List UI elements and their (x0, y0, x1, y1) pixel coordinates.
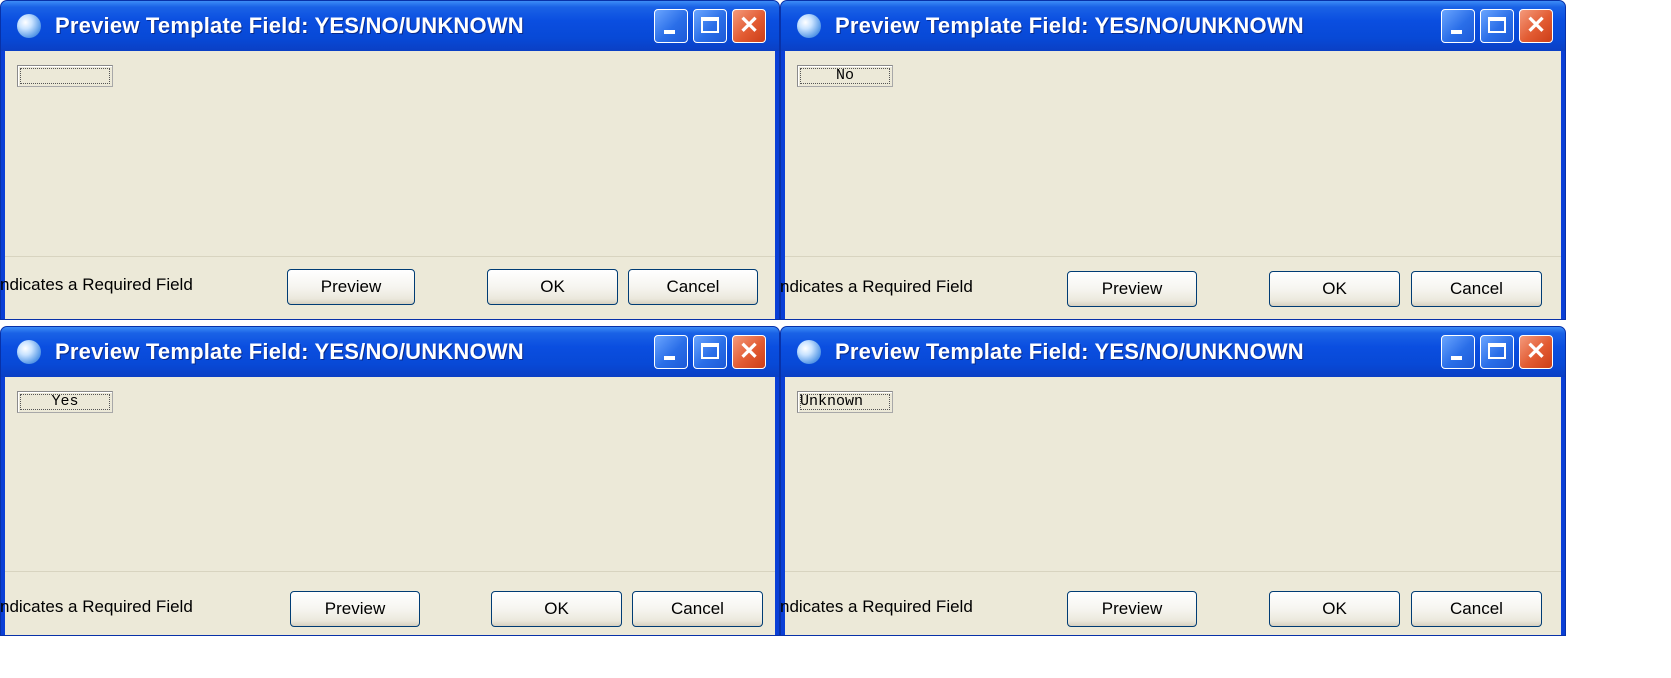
ok-button[interactable]: OK (487, 269, 618, 305)
window-title: Preview Template Field: YES/NO/UNKNOWN (55, 13, 524, 38)
title-bar[interactable]: Preview Template Field: YES/NO/UNKNOWN ✕ (781, 327, 1565, 377)
ok-button[interactable]: OK (491, 591, 622, 627)
minimize-icon (664, 356, 675, 360)
preview-window-1: Preview Template Field: YES/NO/UNKNOWN ✕… (0, 0, 780, 320)
close-icon: ✕ (1525, 338, 1547, 365)
close-button[interactable]: ✕ (732, 9, 766, 43)
app-icon[interactable] (17, 340, 41, 364)
preview-button[interactable]: Preview (1067, 591, 1197, 627)
field-value: Unknown (800, 393, 864, 410)
title-bar[interactable]: Preview Template Field: YES/NO/UNKNOWN ✕ (1, 327, 779, 377)
title-bar[interactable]: Preview Template Field: YES/NO/UNKNOWN ✕ (781, 1, 1565, 51)
yes-no-unknown-field[interactable]: No (797, 65, 893, 87)
ok-button[interactable]: OK (1269, 271, 1400, 307)
minimize-icon (664, 30, 675, 34)
minimize-button[interactable] (1441, 335, 1475, 369)
close-button[interactable]: ✕ (1519, 335, 1553, 369)
close-icon: ✕ (738, 338, 760, 365)
minimize-icon (1451, 356, 1462, 360)
maximize-icon (1488, 343, 1506, 359)
maximize-button[interactable] (693, 335, 727, 369)
required-field-note: ndicates a Required Field (0, 597, 193, 616)
required-field-note: ndicates a Required Field (780, 277, 973, 296)
title-bar[interactable]: Preview Template Field: YES/NO/UNKNOWN ✕ (1, 1, 779, 51)
minimize-button[interactable] (654, 9, 688, 43)
minimize-icon (1451, 30, 1462, 34)
close-icon: ✕ (1525, 12, 1547, 39)
window-title: Preview Template Field: YES/NO/UNKNOWN (835, 339, 1304, 364)
window-title: Preview Template Field: YES/NO/UNKNOWN (835, 13, 1304, 38)
field-value: No (835, 67, 854, 84)
maximize-button[interactable] (1480, 9, 1514, 43)
yes-no-unknown-field[interactable]: Unknown (797, 391, 893, 413)
field-value: Yes (51, 393, 79, 410)
preview-window-2: Preview Template Field: YES/NO/UNKNOWN ✕… (780, 0, 1566, 320)
app-icon[interactable] (797, 14, 821, 38)
required-field-note: ndicates a Required Field (780, 597, 973, 616)
dialog-client-area: ndicates a Required Field Preview OK Can… (1, 51, 775, 319)
focus-rect (20, 68, 110, 84)
maximize-button[interactable] (1480, 335, 1514, 369)
close-icon: ✕ (738, 12, 760, 39)
footer-divider (785, 571, 1561, 572)
footer-divider (785, 256, 1561, 257)
cancel-button[interactable]: Cancel (628, 269, 758, 305)
cancel-button[interactable]: Cancel (1411, 591, 1542, 627)
app-icon[interactable] (797, 340, 821, 364)
maximize-icon (701, 17, 719, 33)
maximize-button[interactable] (693, 9, 727, 43)
ok-button[interactable]: OK (1269, 591, 1400, 627)
dialog-client-area: Yes ndicates a Required Field Preview OK… (1, 377, 775, 635)
cancel-button[interactable]: Cancel (632, 591, 763, 627)
cancel-button[interactable]: Cancel (1411, 271, 1542, 307)
minimize-button[interactable] (1441, 9, 1475, 43)
required-field-note: ndicates a Required Field (0, 275, 193, 294)
yes-no-unknown-field[interactable] (17, 65, 113, 87)
close-button[interactable]: ✕ (1519, 9, 1553, 43)
preview-button[interactable]: Preview (287, 269, 415, 305)
preview-button[interactable]: Preview (290, 591, 420, 627)
maximize-icon (1488, 17, 1506, 33)
window-title: Preview Template Field: YES/NO/UNKNOWN (55, 339, 524, 364)
dialog-client-area: Unknown ndicates a Required Field Previe… (781, 377, 1561, 635)
app-icon[interactable] (17, 14, 41, 38)
footer-divider (5, 256, 775, 257)
preview-window-4: Preview Template Field: YES/NO/UNKNOWN ✕… (780, 326, 1566, 636)
maximize-icon (701, 343, 719, 359)
preview-button[interactable]: Preview (1067, 271, 1197, 307)
minimize-button[interactable] (654, 335, 688, 369)
dialog-client-area: No ndicates a Required Field Preview OK … (781, 51, 1561, 319)
close-button[interactable]: ✕ (732, 335, 766, 369)
preview-window-3: Preview Template Field: YES/NO/UNKNOWN ✕… (0, 326, 780, 636)
yes-no-unknown-field[interactable]: Yes (17, 391, 113, 413)
footer-divider (5, 571, 775, 572)
